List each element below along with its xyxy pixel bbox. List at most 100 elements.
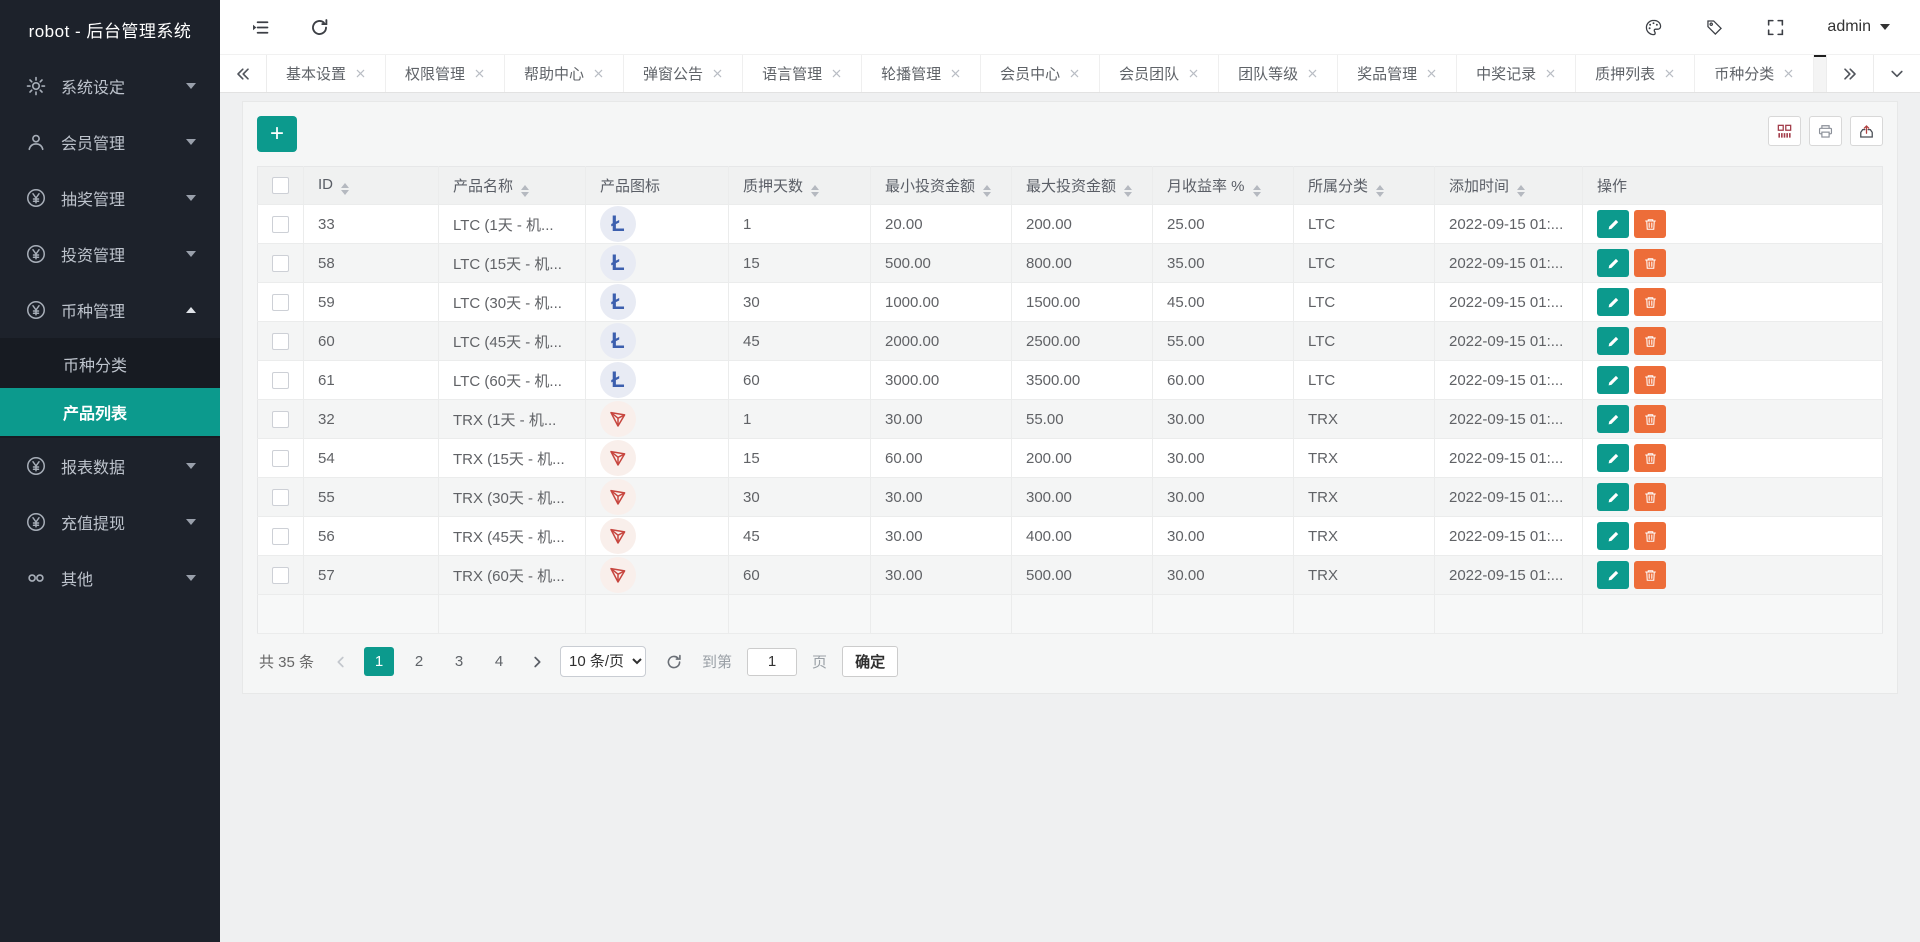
sidebar-item-1[interactable]: 会员管理 xyxy=(0,114,220,170)
edit-button[interactable] xyxy=(1597,444,1629,472)
tab-7[interactable]: 会员团队 xyxy=(1100,55,1220,92)
page-size-select[interactable]: 10 条/页 xyxy=(560,646,647,677)
close-icon[interactable] xyxy=(712,68,723,79)
row-checkbox[interactable] xyxy=(272,293,289,311)
column-header-7[interactable]: 所属分类 xyxy=(1293,166,1435,205)
column-header-3[interactable]: 质押天数 xyxy=(728,166,871,205)
menu-fold-icon[interactable] xyxy=(250,17,271,38)
close-icon[interactable] xyxy=(1664,68,1675,79)
row-checkbox[interactable] xyxy=(272,527,289,545)
close-icon[interactable] xyxy=(1069,68,1080,79)
export-icon[interactable] xyxy=(1850,116,1883,146)
delete-button[interactable] xyxy=(1634,444,1666,472)
tab-10[interactable]: 中奖记录 xyxy=(1457,55,1577,92)
delete-button[interactable] xyxy=(1634,288,1666,316)
user-menu[interactable]: admin xyxy=(1827,18,1890,36)
tab-9[interactable]: 奖品管理 xyxy=(1338,55,1458,92)
close-icon[interactable] xyxy=(1307,68,1318,79)
row-checkbox[interactable] xyxy=(272,449,289,467)
confirm-button[interactable]: 确定 xyxy=(842,646,899,677)
fullscreen-icon[interactable] xyxy=(1766,18,1785,37)
pagination-refresh-icon[interactable] xyxy=(665,653,683,671)
row-checkbox[interactable] xyxy=(272,254,289,272)
edit-button[interactable] xyxy=(1597,522,1629,550)
sidebar-item-7[interactable]: 其他 xyxy=(0,550,220,606)
sidebar-subitem-4-1[interactable]: 产品列表 xyxy=(0,388,220,436)
edit-button[interactable] xyxy=(1597,249,1629,277)
sidebar-item-5[interactable]: 报表数据 xyxy=(0,438,220,494)
scroll-tabs-left-button[interactable] xyxy=(220,55,267,92)
tab-5[interactable]: 轮播管理 xyxy=(862,55,982,92)
columns-icon[interactable] xyxy=(1768,116,1801,146)
edit-button[interactable] xyxy=(1597,210,1629,238)
row-checkbox[interactable] xyxy=(272,371,289,389)
delete-button[interactable] xyxy=(1634,561,1666,589)
close-icon[interactable] xyxy=(474,68,485,79)
sidebar-item-6[interactable]: 充值提现 xyxy=(0,494,220,550)
close-icon[interactable] xyxy=(1783,68,1794,79)
sidebar-item-2[interactable]: 抽奖管理 xyxy=(0,170,220,226)
tab-8[interactable]: 团队等级 xyxy=(1219,55,1339,92)
sidebar-subitem-4-0[interactable]: 币种分类 xyxy=(0,340,220,388)
tab-12[interactable]: 币种分类 xyxy=(1695,55,1815,92)
tab-13[interactable]: 产品列表 xyxy=(1814,55,1826,92)
tab-6[interactable]: 会员中心 xyxy=(981,55,1101,92)
goto-page-input[interactable] xyxy=(747,647,798,676)
delete-button[interactable] xyxy=(1634,249,1666,277)
edit-button[interactable] xyxy=(1597,483,1629,511)
edit-button[interactable] xyxy=(1597,327,1629,355)
delete-button[interactable] xyxy=(1634,483,1666,511)
select-all-checkbox[interactable] xyxy=(272,177,289,195)
tag-icon[interactable] xyxy=(1705,18,1724,37)
column-header-4[interactable]: 最小投资金额 xyxy=(870,166,1012,205)
tabs-menu-button[interactable] xyxy=(1873,55,1920,92)
tab-0[interactable]: 基本设置 xyxy=(267,55,387,92)
column-header-5[interactable]: 最大投资金额 xyxy=(1011,166,1153,205)
close-icon[interactable] xyxy=(950,68,961,79)
tab-2[interactable]: 帮助中心 xyxy=(505,55,625,92)
column-header-8[interactable]: 添加时间 xyxy=(1434,166,1583,205)
tab-11[interactable]: 质押列表 xyxy=(1576,55,1696,92)
row-checkbox[interactable] xyxy=(272,215,289,233)
tab-3[interactable]: 弹窗公告 xyxy=(624,55,744,92)
delete-button[interactable] xyxy=(1634,405,1666,433)
next-page-button[interactable] xyxy=(529,654,545,670)
edit-button[interactable] xyxy=(1597,366,1629,394)
refresh-icon[interactable] xyxy=(309,17,330,38)
row-checkbox[interactable] xyxy=(272,488,289,506)
row-checkbox[interactable] xyxy=(272,566,289,584)
close-icon[interactable] xyxy=(1545,68,1556,79)
sidebar-item-3[interactable]: 投资管理 xyxy=(0,226,220,282)
palette-icon[interactable] xyxy=(1644,18,1663,37)
delete-button[interactable] xyxy=(1634,522,1666,550)
row-checkbox[interactable] xyxy=(272,332,289,350)
add-button[interactable]: + xyxy=(257,116,297,152)
column-header-1[interactable]: 产品名称 xyxy=(438,166,586,205)
close-icon[interactable] xyxy=(355,68,366,79)
close-icon[interactable] xyxy=(1188,68,1199,79)
print-icon[interactable] xyxy=(1809,116,1842,146)
close-icon[interactable] xyxy=(593,68,604,79)
column-header-0[interactable]: ID xyxy=(303,166,439,205)
delete-button[interactable] xyxy=(1634,327,1666,355)
delete-button[interactable] xyxy=(1634,366,1666,394)
sidebar-item-label: 充值提现 xyxy=(61,516,126,533)
sidebar-item-0[interactable]: 系统设定 xyxy=(0,58,220,114)
edit-button[interactable] xyxy=(1597,561,1629,589)
sidebar-item-4[interactable]: 币种管理 xyxy=(0,282,220,338)
page-button-3[interactable]: 3 xyxy=(444,647,474,676)
tab-4[interactable]: 语言管理 xyxy=(743,55,863,92)
row-checkbox[interactable] xyxy=(272,410,289,428)
delete-button[interactable] xyxy=(1634,210,1666,238)
edit-button[interactable] xyxy=(1597,288,1629,316)
prev-page-button[interactable] xyxy=(333,654,349,670)
edit-button[interactable] xyxy=(1597,405,1629,433)
page-button-4[interactable]: 4 xyxy=(484,647,514,676)
close-icon[interactable] xyxy=(831,68,842,79)
page-button-2[interactable]: 2 xyxy=(404,647,434,676)
column-header-6[interactable]: 月收益率 % xyxy=(1152,166,1294,205)
scroll-tabs-right-button[interactable] xyxy=(1826,55,1873,92)
page-button-1[interactable]: 1 xyxy=(364,647,395,676)
close-icon[interactable] xyxy=(1426,68,1437,79)
tab-1[interactable]: 权限管理 xyxy=(386,55,506,92)
